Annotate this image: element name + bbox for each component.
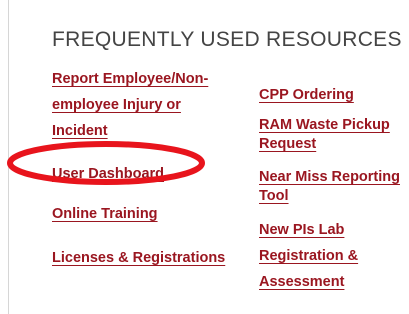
resource-links-left: Report Employee/Non- employee Injury or … xyxy=(52,66,242,271)
near-miss-line-1: Near Miss Reporting xyxy=(259,169,400,185)
ram-waste-pickup-link[interactable]: RAM Waste Pickup Request xyxy=(259,116,409,154)
new-pis-line-2: Registration & xyxy=(259,248,359,264)
report-injury-link[interactable]: Report Employee/Non- employee Injury or … xyxy=(52,66,242,144)
new-pis-lab-registration-link[interactable]: New PIs Lab Registration & Assessment xyxy=(259,217,409,295)
new-pis-line-1: New PIs Lab xyxy=(259,222,345,238)
ram-waste-line-1: RAM Waste Pickup xyxy=(259,117,390,133)
near-miss-line-2: Tool xyxy=(259,188,289,204)
report-injury-line-2: employee Injury or xyxy=(52,97,181,113)
near-miss-reporting-link[interactable]: Near Miss Reporting Tool xyxy=(259,168,409,206)
report-injury-line-1: Report Employee/Non- xyxy=(52,71,209,87)
user-dashboard-link[interactable]: User Dashboard xyxy=(52,161,242,187)
cpp-ordering-link[interactable]: CPP Ordering xyxy=(259,82,409,108)
new-pis-line-3: Assessment xyxy=(259,274,345,290)
licenses-registrations-link[interactable]: Licenses & Registrations xyxy=(52,245,242,271)
section-heading: FREQUENTLY USED RESOURCES xyxy=(52,28,402,51)
report-injury-line-3: Incident xyxy=(52,123,108,139)
ram-waste-line-2: Request xyxy=(259,136,317,152)
online-training-link[interactable]: Online Training xyxy=(52,201,242,227)
resource-links-right: CPP Ordering RAM Waste Pickup Request Ne… xyxy=(259,82,409,295)
left-divider xyxy=(8,0,9,314)
